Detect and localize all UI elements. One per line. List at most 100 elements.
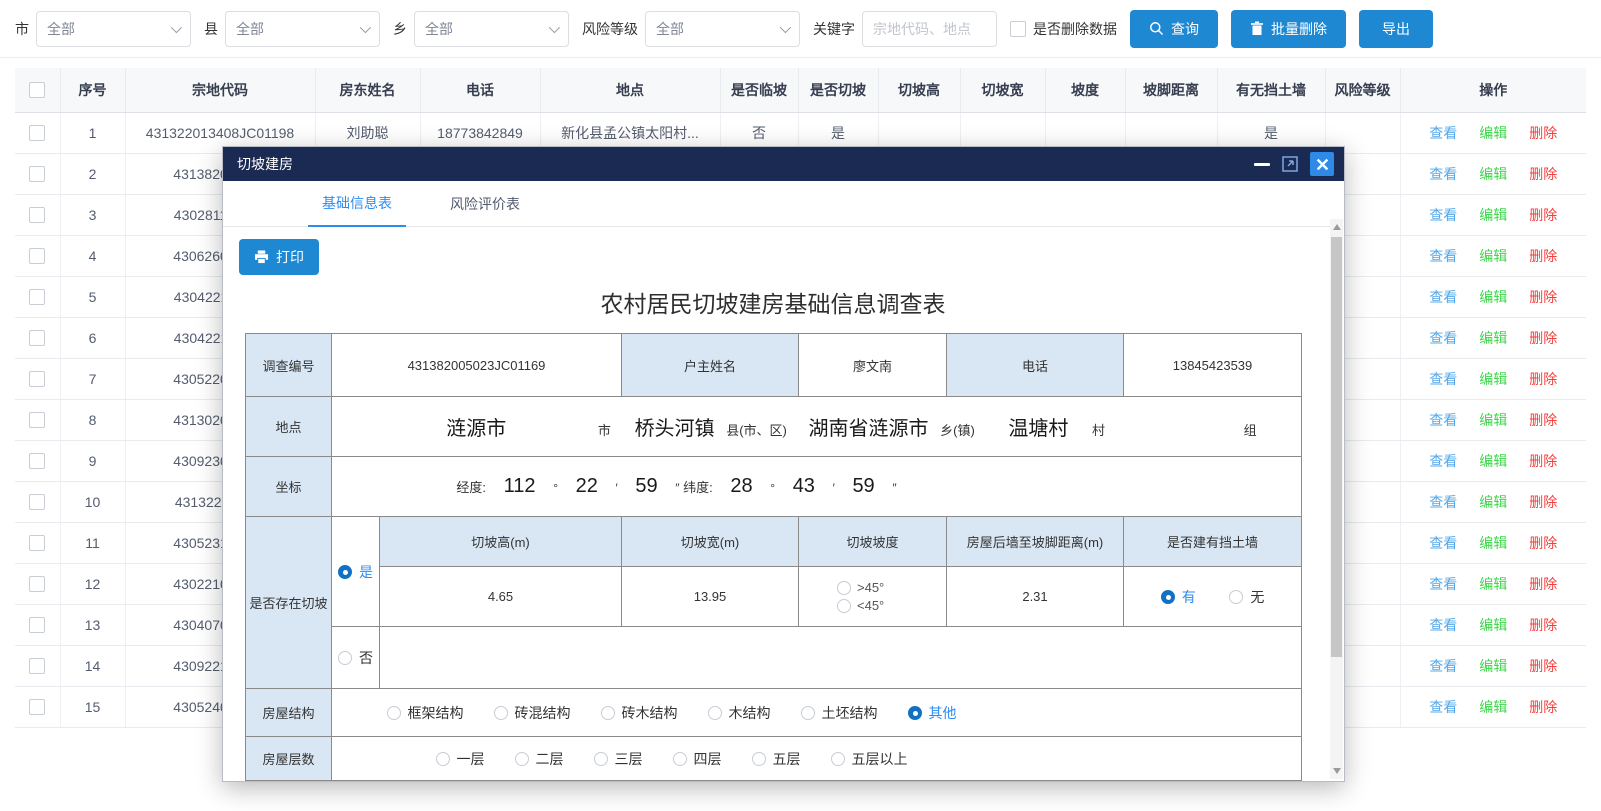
delete-link[interactable]: 删除 <box>1529 656 1557 676</box>
view-link[interactable]: 查看 <box>1429 656 1457 676</box>
structure-radio[interactable]: 其他 <box>908 703 957 723</box>
scroll-up-icon[interactable] <box>1333 224 1341 230</box>
structure-radio[interactable]: 木结构 <box>708 703 771 723</box>
view-link[interactable]: 查看 <box>1429 369 1457 389</box>
edit-link[interactable]: 编辑 <box>1479 123 1507 143</box>
structure-radio[interactable]: 砖木结构 <box>601 703 678 723</box>
select-all-checkbox[interactable] <box>29 82 45 98</box>
minimize-icon[interactable] <box>1254 163 1270 166</box>
delete-link[interactable]: 删除 <box>1529 123 1557 143</box>
delete-link[interactable]: 删除 <box>1529 410 1557 430</box>
edit-link[interactable]: 编辑 <box>1479 574 1507 594</box>
edit-link[interactable]: 编辑 <box>1479 492 1507 512</box>
maximize-icon[interactable] <box>1282 156 1298 172</box>
row-checkbox[interactable] <box>29 371 45 387</box>
edit-link[interactable]: 编辑 <box>1479 328 1507 348</box>
scroll-down-icon[interactable] <box>1333 768 1341 774</box>
structure-radio[interactable]: 砖混结构 <box>494 703 571 723</box>
structure-radio[interactable]: 框架结构 <box>387 703 464 723</box>
angle-gt45-radio[interactable]: >45° <box>837 580 946 595</box>
delete-link[interactable]: 删除 <box>1529 574 1557 594</box>
view-link[interactable]: 查看 <box>1429 123 1457 143</box>
row-checkbox[interactable] <box>29 330 45 346</box>
delete-link[interactable]: 删除 <box>1529 533 1557 553</box>
row-checkbox[interactable] <box>29 617 45 633</box>
city-select[interactable]: 全部 <box>36 11 191 47</box>
export-button[interactable]: 导出 <box>1359 10 1433 48</box>
view-link[interactable]: 查看 <box>1429 287 1457 307</box>
floor-radio[interactable]: 三层 <box>594 749 643 769</box>
row-checkbox[interactable] <box>29 494 45 510</box>
edit-link[interactable]: 编辑 <box>1479 410 1507 430</box>
view-link[interactable]: 查看 <box>1429 451 1457 471</box>
edit-link[interactable]: 编辑 <box>1479 697 1507 717</box>
deleted-data-checkbox[interactable] <box>1010 21 1026 37</box>
query-button[interactable]: 查询 <box>1130 10 1218 48</box>
edit-link[interactable]: 编辑 <box>1479 656 1507 676</box>
edit-link[interactable]: 编辑 <box>1479 246 1507 266</box>
row-checkbox[interactable] <box>29 535 45 551</box>
view-link[interactable]: 查看 <box>1429 492 1457 512</box>
view-link[interactable]: 查看 <box>1429 246 1457 266</box>
edit-link[interactable]: 编辑 <box>1479 205 1507 225</box>
township-select[interactable]: 全部 <box>414 11 569 47</box>
wall-yes-radio[interactable]: 有 <box>1161 587 1196 607</box>
row-checkbox[interactable] <box>29 412 45 428</box>
row-checkbox[interactable] <box>29 125 45 141</box>
edit-link[interactable]: 编辑 <box>1479 451 1507 471</box>
tab-basic-info[interactable]: 基础信息表 <box>308 193 406 227</box>
edit-link[interactable]: 编辑 <box>1479 533 1507 553</box>
modal-scrollbar[interactable] <box>1330 219 1343 779</box>
row-checkbox[interactable] <box>29 207 45 223</box>
edit-link[interactable]: 编辑 <box>1479 615 1507 635</box>
batch-delete-button[interactable]: 批量删除 <box>1231 10 1346 48</box>
row-checkbox[interactable] <box>29 453 45 469</box>
view-link[interactable]: 查看 <box>1429 697 1457 717</box>
deleted-data-checkbox-wrap[interactable]: 是否删除数据 <box>1010 19 1117 39</box>
modal-header[interactable]: 切坡建房 <box>223 147 1344 181</box>
row-checkbox[interactable] <box>29 248 45 264</box>
delete-link[interactable]: 删除 <box>1529 369 1557 389</box>
row-checkbox[interactable] <box>29 699 45 715</box>
floor-radio[interactable]: 一层 <box>436 749 485 769</box>
view-link[interactable]: 查看 <box>1429 205 1457 225</box>
floor-radio[interactable]: 二层 <box>515 749 564 769</box>
delete-link[interactable]: 删除 <box>1529 492 1557 512</box>
delete-link[interactable]: 删除 <box>1529 328 1557 348</box>
view-link[interactable]: 查看 <box>1429 533 1457 553</box>
view-link[interactable]: 查看 <box>1429 328 1457 348</box>
print-button[interactable]: 打印 <box>239 239 319 275</box>
row-checkbox[interactable] <box>29 576 45 592</box>
delete-link[interactable]: 删除 <box>1529 246 1557 266</box>
scrollbar-thumb[interactable] <box>1331 237 1342 657</box>
row-checkbox[interactable] <box>29 166 45 182</box>
delete-link[interactable]: 删除 <box>1529 451 1557 471</box>
floor-radio[interactable]: 四层 <box>673 749 722 769</box>
wall-no-radio[interactable]: 无 <box>1229 587 1264 607</box>
tab-risk-evaluation[interactable]: 风险评价表 <box>436 194 534 226</box>
view-link[interactable]: 查看 <box>1429 164 1457 184</box>
delete-link[interactable]: 删除 <box>1529 164 1557 184</box>
floor-radio[interactable]: 五层 <box>752 749 801 769</box>
view-link[interactable]: 查看 <box>1429 615 1457 635</box>
angle-lt45-radio[interactable]: <45° <box>837 598 946 613</box>
slope-exist-yes-radio[interactable]: 是 <box>338 562 373 582</box>
view-link[interactable]: 查看 <box>1429 574 1457 594</box>
structure-radio[interactable]: 土坯结构 <box>801 703 878 723</box>
keyword-input[interactable] <box>862 11 997 47</box>
county-select[interactable]: 全部 <box>225 11 380 47</box>
delete-link[interactable]: 删除 <box>1529 205 1557 225</box>
delete-link[interactable]: 删除 <box>1529 287 1557 307</box>
delete-link[interactable]: 删除 <box>1529 615 1557 635</box>
edit-link[interactable]: 编辑 <box>1479 369 1507 389</box>
slope-exist-no-radio[interactable]: 否 <box>338 648 373 668</box>
floor-radio[interactable]: 五层以上 <box>831 749 908 769</box>
edit-link[interactable]: 编辑 <box>1479 164 1507 184</box>
row-checkbox[interactable] <box>29 658 45 674</box>
delete-link[interactable]: 删除 <box>1529 697 1557 717</box>
edit-link[interactable]: 编辑 <box>1479 287 1507 307</box>
row-checkbox[interactable] <box>29 289 45 305</box>
risk-level-select[interactable]: 全部 <box>645 11 800 47</box>
close-icon[interactable] <box>1310 152 1334 176</box>
view-link[interactable]: 查看 <box>1429 410 1457 430</box>
